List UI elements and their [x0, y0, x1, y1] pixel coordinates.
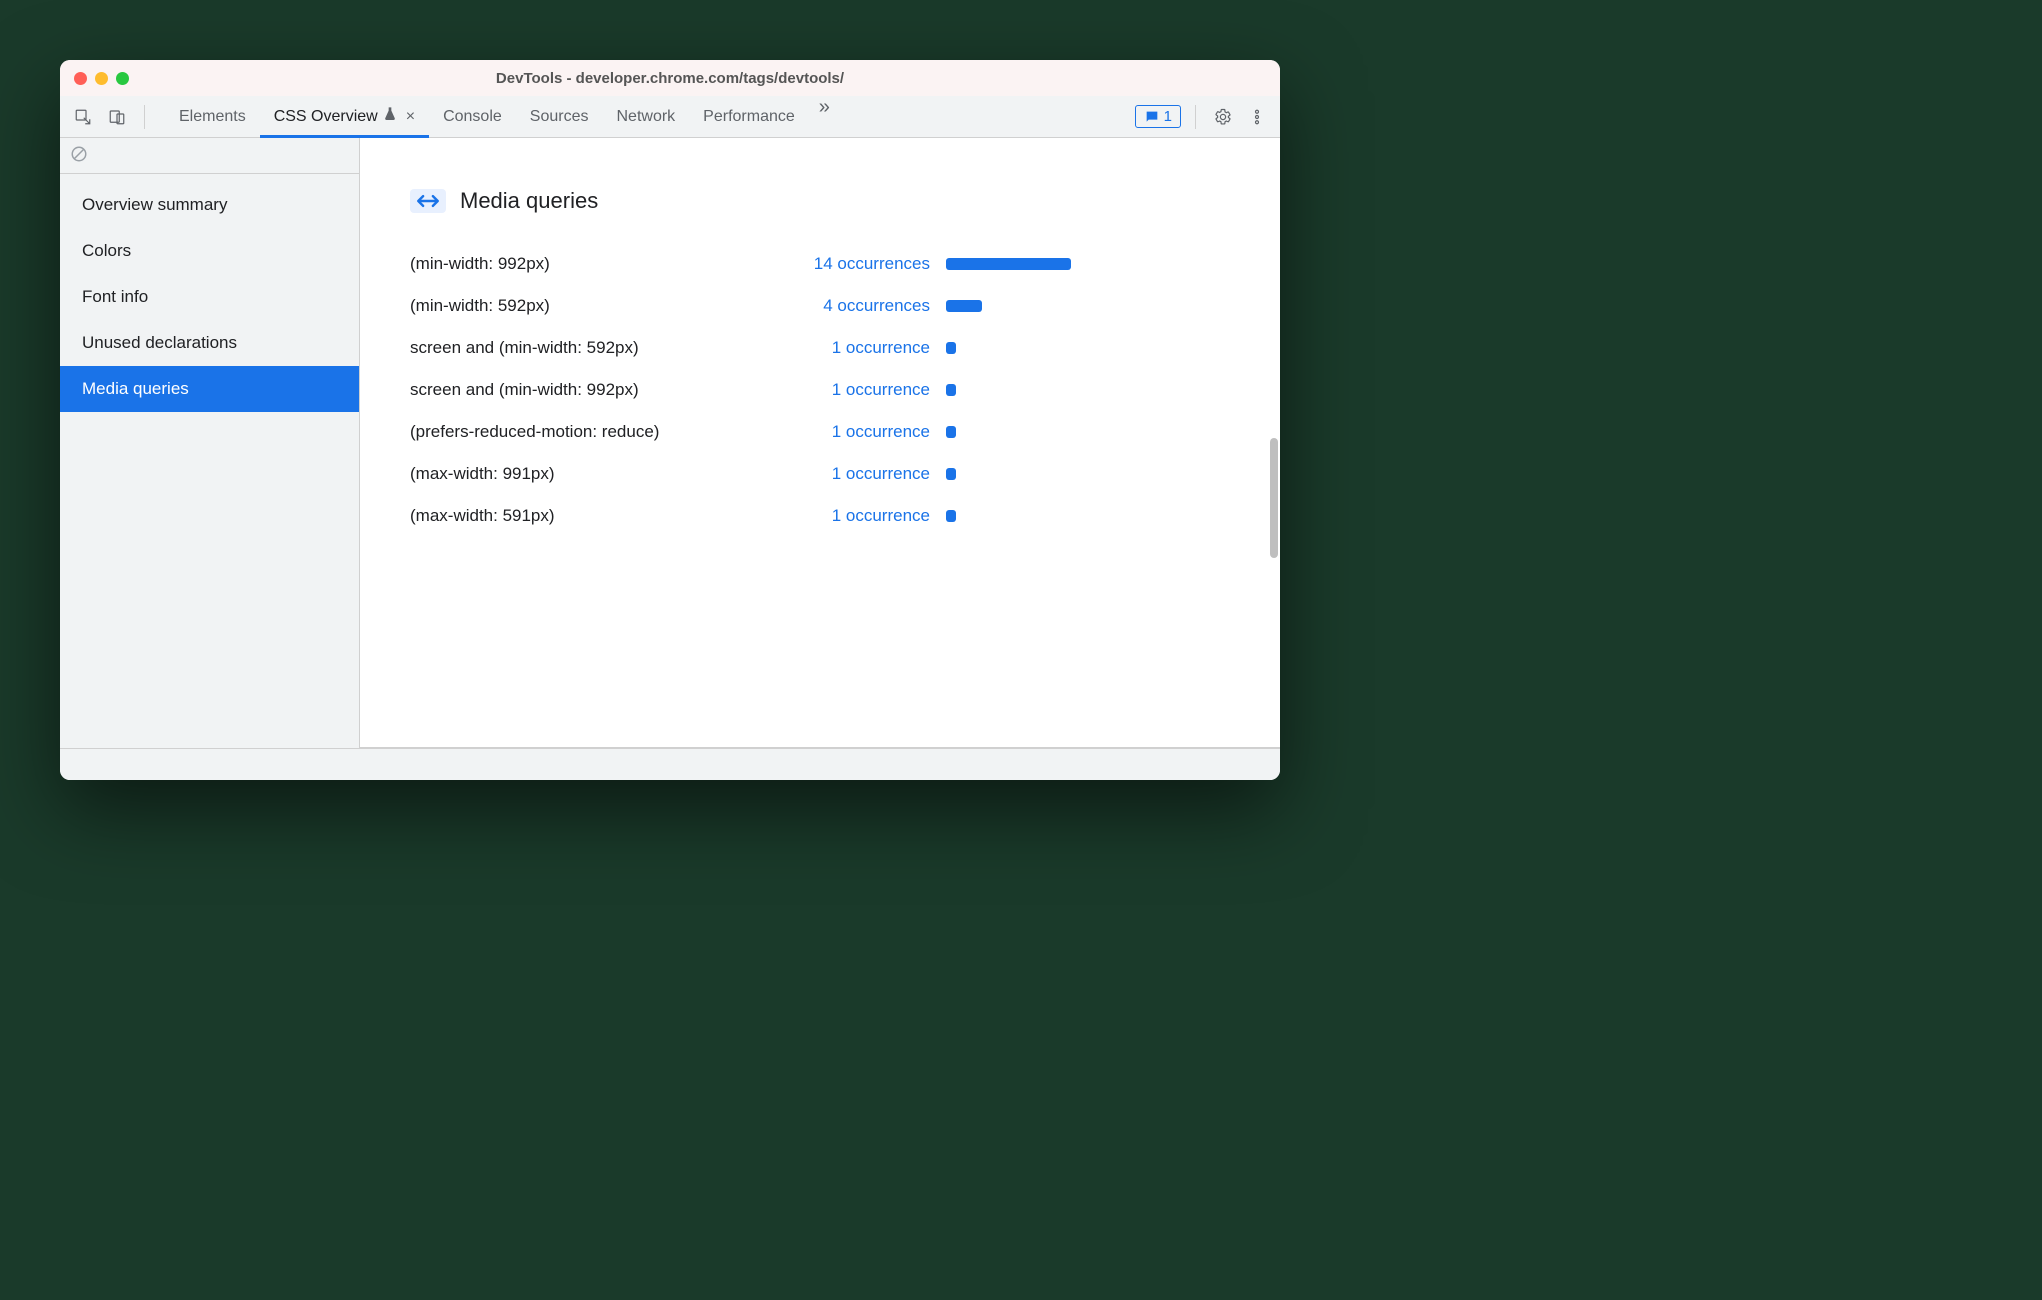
issues-count: 1 — [1164, 108, 1172, 125]
more-menu-icon[interactable] — [1244, 104, 1270, 130]
more-tabs-icon[interactable]: » — [809, 96, 840, 137]
media-query-text: screen and (min-width: 592px) — [410, 338, 770, 358]
inspect-element-icon[interactable] — [70, 104, 96, 130]
sidebar-item-overview-summary[interactable]: Overview summary — [60, 182, 359, 228]
tab-label: Performance — [703, 108, 795, 126]
tab-console[interactable]: Console — [429, 96, 516, 137]
panel-tabs: Elements CSS Overview × Console Sources … — [165, 96, 840, 137]
occurrence-link[interactable]: 4 occurrences — [770, 296, 930, 316]
media-query-row: screen and (min-width: 992px)1 occurrenc… — [410, 380, 1230, 400]
occurrence-bar — [946, 510, 1146, 522]
section-header: Media queries — [410, 188, 1230, 214]
occurrence-link[interactable]: 1 occurrence — [770, 338, 930, 358]
occurrence-bar — [946, 342, 1146, 354]
media-query-text: (prefers-reduced-motion: reduce) — [410, 422, 770, 442]
occurrence-bar — [946, 258, 1146, 270]
window-title: DevTools - developer.chrome.com/tags/dev… — [60, 70, 1280, 87]
zoom-window-button[interactable] — [116, 72, 129, 85]
tab-performance[interactable]: Performance — [689, 96, 809, 137]
separator — [144, 105, 145, 129]
panel-body: Overview summaryColorsFont infoUnused de… — [60, 138, 1280, 748]
media-queries-table: (min-width: 992px)14 occurrences(min-wid… — [410, 254, 1230, 526]
drawer-footer — [60, 748, 1280, 780]
occurrence-link[interactable]: 1 occurrence — [770, 380, 930, 400]
media-query-text: (min-width: 592px) — [410, 296, 770, 316]
separator — [1195, 105, 1196, 129]
minimize-window-button[interactable] — [95, 72, 108, 85]
tab-label: Elements — [179, 108, 246, 126]
close-window-button[interactable] — [74, 72, 87, 85]
tab-label: Console — [443, 108, 502, 126]
sidebar-item-font-info[interactable]: Font info — [60, 274, 359, 320]
tab-network[interactable]: Network — [602, 96, 689, 137]
tab-label: CSS Overview — [274, 108, 378, 126]
media-query-text: (max-width: 591px) — [410, 506, 770, 526]
devtools-toolbar: Elements CSS Overview × Console Sources … — [60, 96, 1280, 138]
media-query-text: (max-width: 991px) — [410, 464, 770, 484]
occurrence-bar — [946, 426, 1146, 438]
section-title: Media queries — [460, 188, 598, 214]
occurrence-link[interactable]: 1 occurrence — [770, 464, 930, 484]
flask-icon — [382, 106, 398, 127]
media-query-row: screen and (min-width: 592px)1 occurrenc… — [410, 338, 1230, 358]
sidebar-list: Overview summaryColorsFont infoUnused de… — [60, 174, 359, 412]
issues-button[interactable]: 1 — [1135, 105, 1181, 128]
media-query-row: (min-width: 992px)14 occurrences — [410, 254, 1230, 274]
occurrence-link[interactable]: 1 occurrence — [770, 506, 930, 526]
occurrence-link[interactable]: 14 occurrences — [770, 254, 930, 274]
scrollbar-thumb[interactable] — [1270, 438, 1278, 558]
window-controls — [74, 72, 129, 85]
media-query-text: (min-width: 992px) — [410, 254, 770, 274]
tab-label: Network — [616, 108, 675, 126]
devtools-window: DevTools - developer.chrome.com/tags/dev… — [60, 60, 1280, 780]
main-content[interactable]: Media queries (min-width: 992px)14 occur… — [360, 138, 1280, 748]
close-tab-icon[interactable]: × — [406, 108, 415, 126]
media-queries-icon — [410, 189, 446, 213]
occurrence-bar — [946, 300, 1146, 312]
media-query-text: screen and (min-width: 992px) — [410, 380, 770, 400]
occurrence-bar — [946, 384, 1146, 396]
clear-icon[interactable] — [70, 145, 88, 166]
tab-label: Sources — [530, 108, 589, 126]
tab-elements[interactable]: Elements — [165, 96, 260, 137]
media-query-row: (max-width: 991px)1 occurrence — [410, 464, 1230, 484]
settings-icon[interactable] — [1210, 104, 1236, 130]
media-query-row: (prefers-reduced-motion: reduce)1 occurr… — [410, 422, 1230, 442]
sidebar-item-media-queries[interactable]: Media queries — [60, 366, 359, 412]
tab-sources[interactable]: Sources — [516, 96, 603, 137]
toolbar-right: 1 — [1135, 104, 1270, 130]
occurrence-link[interactable]: 1 occurrence — [770, 422, 930, 442]
sidebar-item-colors[interactable]: Colors — [60, 228, 359, 274]
device-toggle-icon[interactable] — [104, 104, 130, 130]
media-query-row: (min-width: 592px)4 occurrences — [410, 296, 1230, 316]
sidebar-toolbar — [60, 138, 359, 174]
sidebar-item-unused-declarations[interactable]: Unused declarations — [60, 320, 359, 366]
occurrence-bar — [946, 468, 1146, 480]
media-query-row: (max-width: 591px)1 occurrence — [410, 506, 1230, 526]
tab-css-overview[interactable]: CSS Overview × — [260, 96, 429, 137]
sidebar: Overview summaryColorsFont infoUnused de… — [60, 138, 360, 748]
titlebar: DevTools - developer.chrome.com/tags/dev… — [60, 60, 1280, 96]
